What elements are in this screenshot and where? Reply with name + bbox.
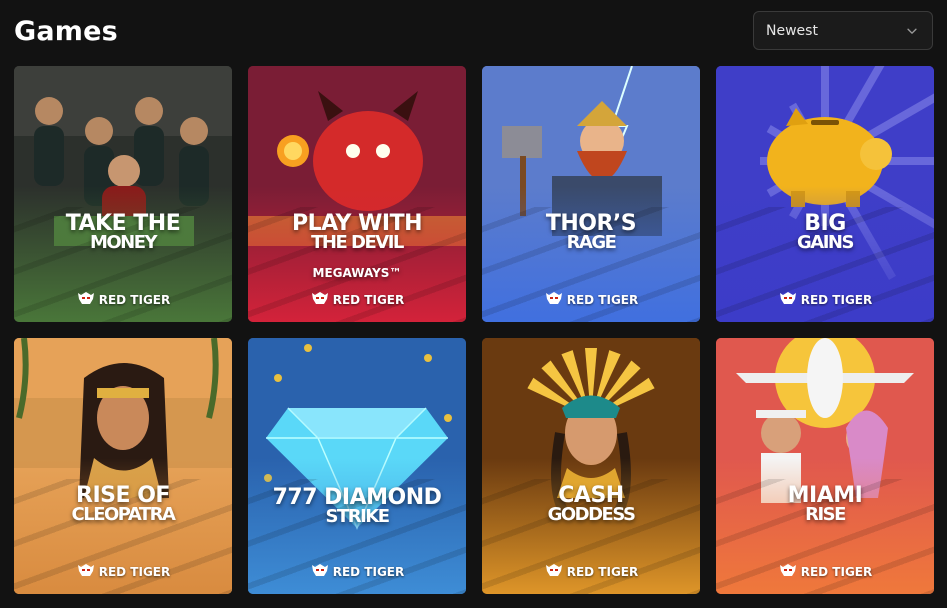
tiger-logo-icon [778,562,798,581]
provider-logo: RED TIGER [248,290,466,309]
provider-name: RED TIGER [800,292,873,307]
game-title-line2: Strike [325,506,390,527]
games-header: Games Newest [14,0,933,62]
sort-dropdown[interactable]: Newest [753,11,933,50]
game-title-line2: the Devil [311,232,404,253]
provider-logo: RED TIGER [482,562,700,581]
provider-name: RED TIGER [800,564,873,579]
game-card[interactable]: Big Gains RED TIGER [716,66,934,322]
provider-logo: RED TIGER [248,562,466,581]
game-title-line2: Rise [805,504,846,525]
tiger-logo-icon [76,562,96,581]
game-title-line2: Rage [566,232,617,253]
tiger-logo-icon [310,562,330,581]
game-card[interactable]: 777 Diamond Strike RED TIGER [248,338,466,594]
tiger-logo-icon [76,290,96,309]
game-title-line2: Cleopatra [71,504,176,525]
tiger-logo-icon [310,290,330,309]
game-title-line2: Gains [797,232,854,253]
provider-name: RED TIGER [98,292,171,307]
game-card[interactable]: Cash Goddess RED TIGER [482,338,700,594]
game-card[interactable]: Rise of Cleopatra RED TIGER [14,338,232,594]
provider-name: RED TIGER [332,564,405,579]
page-title: Games [14,16,118,47]
tiger-logo-icon [544,562,564,581]
games-grid: Take the Money RED TIGER Play with the D… [14,66,934,594]
provider-name: RED TIGER [98,564,171,579]
game-card[interactable]: Thor’s Rage RED TIGER [482,66,700,322]
provider-logo: RED TIGER [14,562,232,581]
provider-name: RED TIGER [332,292,405,307]
sort-selected-value: Newest [766,22,818,39]
game-title-line3: Megaways™ [312,266,402,280]
provider-name: RED TIGER [566,292,639,307]
tiger-logo-icon [544,290,564,309]
provider-logo: RED TIGER [14,290,232,309]
provider-name: RED TIGER [566,564,639,579]
game-title-line2: Money [89,232,158,253]
tiger-logo-icon [778,290,798,309]
provider-logo: RED TIGER [716,290,934,309]
provider-logo: RED TIGER [482,290,700,309]
game-card[interactable]: Take the Money RED TIGER [14,66,232,322]
game-card[interactable]: Miami Rise RED TIGER [716,338,934,594]
game-title-line2: Goddess [547,504,636,525]
game-card[interactable]: Play with the Devil Megaways™ RED TIGER [248,66,466,322]
chevron-down-icon [904,23,920,39]
provider-logo: RED TIGER [716,562,934,581]
